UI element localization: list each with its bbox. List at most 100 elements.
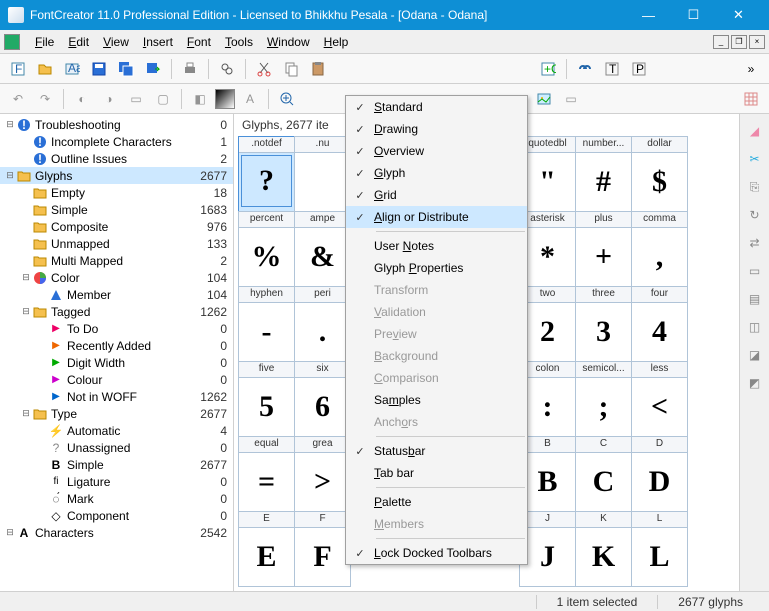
menu-item-grid[interactable]: ✓Grid: [346, 184, 527, 206]
tree-item[interactable]: Member104: [0, 286, 233, 303]
redo-button[interactable]: ↷: [33, 87, 57, 111]
tree-item[interactable]: Multi Mapped2: [0, 252, 233, 269]
glyph-cell[interactable]: four4: [631, 286, 688, 362]
tree-item[interactable]: ◌́Mark0: [0, 490, 233, 507]
tree-item[interactable]: ▶Colour0: [0, 371, 233, 388]
glyph-cell[interactable]: CC: [575, 436, 632, 512]
preview-button[interactable]: Aa: [60, 57, 84, 81]
tree-item[interactable]: ◇Component0: [0, 507, 233, 524]
glyph-cell[interactable]: six6: [294, 361, 351, 437]
tree-item[interactable]: ⊟Tagged1262: [0, 303, 233, 320]
tree-item[interactable]: Unmapped133: [0, 235, 233, 252]
menu-item-samples[interactable]: Samples: [346, 389, 527, 411]
properties-button[interactable]: P: [627, 57, 651, 81]
menu-edit[interactable]: Edit: [61, 32, 96, 52]
menu-file[interactable]: File: [28, 32, 61, 52]
menu-item-palette[interactable]: Palette: [346, 491, 527, 513]
glyph-cell[interactable]: KK: [575, 511, 632, 587]
tree-item[interactable]: ⊟Type2677: [0, 405, 233, 422]
glyph-cell[interactable]: EE: [238, 511, 295, 587]
find-button[interactable]: [215, 57, 239, 81]
tool-b[interactable]: ◑: [97, 87, 121, 111]
link-icon[interactable]: ✂: [744, 148, 766, 170]
tree-item[interactable]: ⊟ACharacters2542: [0, 524, 233, 541]
menu-item-lock-docked-toolbars[interactable]: ✓Lock Docked Toolbars: [346, 542, 527, 564]
save-all-button[interactable]: [114, 57, 138, 81]
tree-item[interactable]: Empty18: [0, 184, 233, 201]
tree-item[interactable]: BSimple2677: [0, 456, 233, 473]
category-tree[interactable]: ⊟!Troubleshooting0!Incomplete Characters…: [0, 114, 234, 591]
glyph-cell[interactable]: equal=: [238, 436, 295, 512]
menu-item-overview[interactable]: ✓Overview: [346, 140, 527, 162]
grid-toggle[interactable]: [739, 87, 763, 111]
add-glyph-button[interactable]: +G: [536, 57, 560, 81]
print-button[interactable]: [178, 57, 202, 81]
view-toolbars-menu[interactable]: ✓Standard✓Drawing✓Overview✓Glyph✓Grid✓Al…: [345, 95, 528, 565]
tree-item[interactable]: !Incomplete Characters1: [0, 133, 233, 150]
menu-item-statusbar[interactable]: ✓Statusbar: [346, 440, 527, 462]
mdi-close[interactable]: ×: [749, 35, 765, 49]
glyph-cell[interactable]: .nu: [294, 136, 351, 212]
glyph-cell[interactable]: ampe&: [294, 211, 351, 287]
maximize-button[interactable]: ☐: [671, 0, 716, 30]
fill-tool[interactable]: ◧: [188, 87, 212, 111]
glyph-cell[interactable]: peri.: [294, 286, 351, 362]
text-a-button[interactable]: A: [238, 87, 262, 111]
transform-t-button[interactable]: T: [600, 57, 624, 81]
copy-glyph-icon[interactable]: ⎘: [744, 176, 766, 198]
menu-item-glyph[interactable]: ✓Glyph: [346, 162, 527, 184]
menu-insert[interactable]: Insert: [136, 32, 180, 52]
tree-item[interactable]: Simple1683: [0, 201, 233, 218]
menu-font[interactable]: Font: [180, 32, 218, 52]
undo-button[interactable]: ↶: [6, 87, 30, 111]
layer-icon[interactable]: ◫: [744, 316, 766, 338]
glyph-cell[interactable]: number...#: [575, 136, 632, 212]
glyph-cell[interactable]: five5: [238, 361, 295, 437]
glyph-cell[interactable]: hyphen-: [238, 286, 295, 362]
menu-item-tab-bar[interactable]: Tab bar: [346, 462, 527, 484]
lock-icon[interactable]: ⇄: [744, 232, 766, 254]
glyph-cell[interactable]: .notdef?: [238, 136, 295, 212]
mdi-restore[interactable]: ❐: [731, 35, 747, 49]
export-button[interactable]: [141, 57, 165, 81]
zoom-in-button[interactable]: [275, 87, 299, 111]
menu-view[interactable]: View: [96, 32, 136, 52]
tree-item[interactable]: !Outline Issues2: [0, 150, 233, 167]
glyph-cell[interactable]: semicol...;: [575, 361, 632, 437]
menu-help[interactable]: Help: [317, 32, 356, 52]
tool-a[interactable]: ◐: [70, 87, 94, 111]
cut-button[interactable]: [252, 57, 276, 81]
glyph-cell[interactable]: plus+: [575, 211, 632, 287]
glyph-cell[interactable]: DD: [631, 436, 688, 512]
close-button[interactable]: ✕: [716, 0, 761, 30]
tool-c[interactable]: ▭: [124, 87, 148, 111]
glyph-cell[interactable]: less<: [631, 361, 688, 437]
menu-item-user-notes[interactable]: User Notes: [346, 235, 527, 257]
glyph-cell[interactable]: FF: [294, 511, 351, 587]
tree-item[interactable]: ⚡Automatic4: [0, 422, 233, 439]
tree-item[interactable]: ?Unassigned0: [0, 439, 233, 456]
menu-item-align-or-distribute[interactable]: ✓Align or Distribute: [346, 206, 527, 228]
tree-item[interactable]: ▶Digit Width0: [0, 354, 233, 371]
save-button[interactable]: [87, 57, 111, 81]
glyph-cell[interactable]: three3: [575, 286, 632, 362]
glyph-cell[interactable]: dollar$: [631, 136, 688, 212]
new-font-button[interactable]: F: [6, 57, 30, 81]
tree-item[interactable]: ⊟Color104: [0, 269, 233, 286]
link-button[interactable]: [573, 57, 597, 81]
glyph-cell[interactable]: grea>: [294, 436, 351, 512]
tree-item[interactable]: ▶To Do0: [0, 320, 233, 337]
glyph-cell[interactable]: LL: [631, 511, 688, 587]
split-icon[interactable]: ◩: [744, 372, 766, 394]
glyph-cell[interactable]: comma,: [631, 211, 688, 287]
toolbar-overflow[interactable]: »: [739, 57, 763, 81]
tree-item[interactable]: ▶Not in WOFF1262: [0, 388, 233, 405]
copy-button[interactable]: [279, 57, 303, 81]
tree-item[interactable]: ⊟Glyphs2677: [0, 167, 233, 184]
paste-button[interactable]: [306, 57, 330, 81]
menu-item-drawing[interactable]: ✓Drawing: [346, 118, 527, 140]
image-tool[interactable]: [532, 87, 556, 111]
page-icon[interactable]: ▭: [744, 260, 766, 282]
stack-icon[interactable]: ▤: [744, 288, 766, 310]
merge-icon[interactable]: ◪: [744, 344, 766, 366]
